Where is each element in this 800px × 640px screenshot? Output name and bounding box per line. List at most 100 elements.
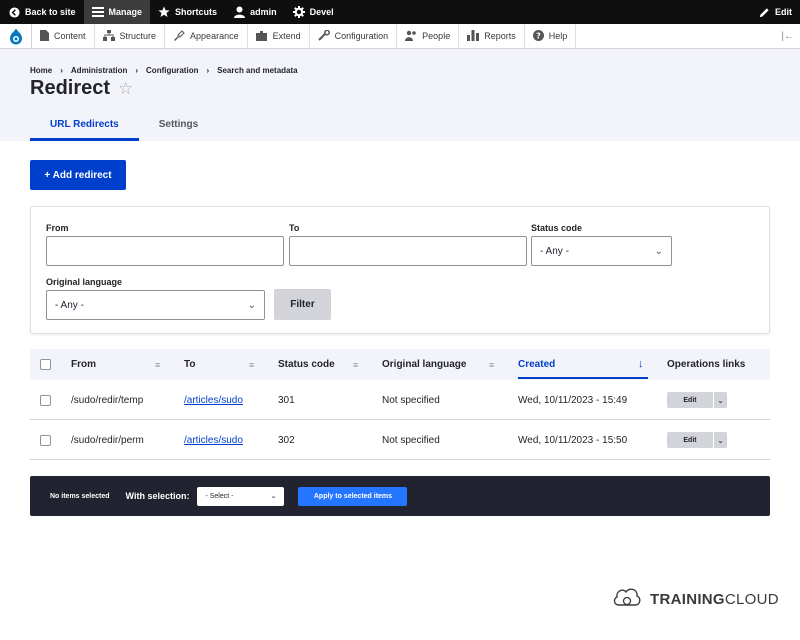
- chevron-down-icon: ⌄: [654, 245, 663, 257]
- cell-created: Wed, 10/11/2023 - 15:50: [518, 435, 628, 446]
- chevron-down-icon[interactable]: ⌄: [713, 432, 727, 448]
- puzzle-icon: [255, 30, 268, 43]
- page-header: Home › Administration › Configuration › …: [0, 49, 800, 141]
- admin-tray: Content Structure Appearance Extend Conf…: [0, 23, 800, 49]
- wrench-icon: [317, 29, 330, 43]
- cell-created: Wed, 10/11/2023 - 15:49: [518, 395, 628, 406]
- operations-dropbutton: Edit ⌄: [667, 432, 727, 448]
- from-label: From: [46, 223, 69, 233]
- tab-settings[interactable]: Settings: [139, 113, 218, 141]
- sort-icon[interactable]: ≡: [489, 360, 494, 370]
- cloud-icon: [612, 585, 642, 614]
- devel-link[interactable]: Devel: [285, 0, 342, 24]
- sort-icon[interactable]: ≡: [249, 360, 254, 370]
- cell-status: 301: [278, 395, 295, 406]
- apply-selected-button[interactable]: Apply to selected items: [298, 486, 408, 506]
- tray-item-label: People: [422, 31, 451, 41]
- structure-icon: [102, 29, 115, 43]
- sort-icon[interactable]: ≡: [155, 360, 160, 370]
- tray-item-label: Extend: [272, 31, 301, 41]
- tray-orientation-toggle-icon[interactable]: |←: [775, 31, 800, 42]
- brand-text-normal: CLOUD: [724, 591, 779, 608]
- language-select[interactable]: - Any - ⌄: [46, 290, 265, 320]
- edit-button[interactable]: Edit: [667, 432, 713, 448]
- column-header-language[interactable]: Original language: [382, 359, 466, 370]
- trainingcloud-logo: TRAININGCLOUD: [612, 585, 779, 614]
- tray-item-reports[interactable]: Reports: [459, 23, 525, 49]
- cell-language: Not specified: [382, 395, 440, 406]
- table-row: /sudo/redir/perm /articles/sudo 302 Not …: [30, 420, 770, 460]
- tray-item-configuration[interactable]: Configuration: [310, 23, 398, 49]
- hamburger-icon: [91, 6, 104, 18]
- to-label: To: [289, 223, 300, 233]
- filter-button[interactable]: Filter: [274, 289, 331, 320]
- column-header-to[interactable]: To: [184, 359, 195, 370]
- arrow-down-icon[interactable]: ↓: [638, 358, 644, 370]
- tab-url-redirects[interactable]: URL Redirects: [30, 113, 139, 141]
- gear-icon: [292, 6, 305, 18]
- column-header-from[interactable]: From: [71, 359, 96, 370]
- back-to-site-label: Back to site: [25, 7, 76, 17]
- primary-tabs: URL Redirects Settings: [30, 113, 218, 141]
- bar-chart-icon: [467, 29, 480, 43]
- sort-icon[interactable]: ≡: [353, 360, 358, 370]
- select-all-checkbox[interactable]: [40, 359, 51, 370]
- chevron-down-icon: ⌄: [270, 493, 277, 500]
- paintbrush-icon: [173, 29, 185, 43]
- breadcrumb-separator: ›: [60, 66, 63, 75]
- tray-item-label: Reports: [484, 31, 516, 41]
- add-redirect-button[interactable]: + Add redirect: [30, 160, 126, 190]
- tray-item-label: Help: [548, 31, 568, 41]
- breadcrumb-link[interactable]: Configuration: [146, 66, 198, 75]
- cell-from: /sudo/redir/perm: [71, 435, 144, 446]
- bulk-action-select[interactable]: - Select - ⌄: [197, 486, 285, 506]
- svg-text:?: ?: [536, 31, 541, 40]
- back-arrow-icon: [8, 6, 20, 18]
- shortcuts-link[interactable]: Shortcuts: [150, 0, 225, 24]
- status-code-select[interactable]: - Any - ⌄: [531, 236, 672, 266]
- admin-toolbar: Back to site Manage Shortcuts admin Deve…: [0, 0, 800, 24]
- manage-label: Manage: [108, 7, 143, 17]
- to-input[interactable]: [289, 236, 527, 266]
- tray-item-content[interactable]: Content: [32, 23, 95, 49]
- cell-language: Not specified: [382, 435, 440, 446]
- status-code-value: - Any -: [540, 245, 569, 257]
- row-checkbox[interactable]: [40, 435, 51, 446]
- from-input[interactable]: [46, 236, 284, 266]
- bulk-actions-bar: No items selected With selection: - Sele…: [30, 476, 770, 516]
- row-checkbox[interactable]: [40, 395, 51, 406]
- drupal-logo-icon[interactable]: [0, 23, 32, 49]
- breadcrumb-link[interactable]: Home: [30, 66, 52, 75]
- language-value: - Any -: [55, 299, 84, 311]
- cell-to-link[interactable]: /articles/sudo: [184, 435, 243, 446]
- table-header: From ≡ To ≡ Status code ≡ Original langu…: [30, 349, 770, 380]
- breadcrumb-link[interactable]: Search and metadata: [217, 66, 297, 75]
- tray-item-appearance[interactable]: Appearance: [165, 23, 248, 49]
- breadcrumb-link[interactable]: Administration: [71, 66, 127, 75]
- chevron-down-icon: ⌄: [247, 299, 256, 311]
- tray-item-people[interactable]: People: [397, 23, 460, 49]
- page-title-wrap: Redirect ☆: [30, 77, 133, 100]
- edit-button[interactable]: Edit: [667, 392, 713, 408]
- active-sort-underline: [518, 377, 648, 379]
- tray-item-help[interactable]: ? Help: [525, 23, 577, 49]
- manage-link[interactable]: Manage: [83, 0, 151, 24]
- bulk-action-value: - Select -: [205, 492, 234, 500]
- tray-item-structure[interactable]: Structure: [95, 23, 166, 49]
- edit-label: Edit: [775, 7, 792, 17]
- with-selection-label: With selection:: [125, 491, 190, 501]
- breadcrumb-separator: ›: [206, 66, 210, 75]
- shortcut-star-icon[interactable]: ☆: [118, 79, 133, 99]
- cell-to-link[interactable]: /articles/sudo: [184, 395, 243, 406]
- tray-item-extend[interactable]: Extend: [248, 23, 310, 49]
- user-link[interactable]: admin: [225, 0, 285, 24]
- cell-status: 302: [278, 435, 295, 446]
- user-label: admin: [250, 7, 277, 17]
- back-to-site-link[interactable]: Back to site: [0, 0, 84, 24]
- language-label: Original language: [46, 277, 123, 287]
- edit-link[interactable]: Edit: [750, 0, 800, 24]
- chevron-down-icon[interactable]: ⌄: [713, 392, 727, 408]
- breadcrumb-separator: ›: [135, 66, 139, 75]
- column-header-status[interactable]: Status code: [278, 359, 335, 370]
- column-header-created[interactable]: Created: [518, 359, 555, 370]
